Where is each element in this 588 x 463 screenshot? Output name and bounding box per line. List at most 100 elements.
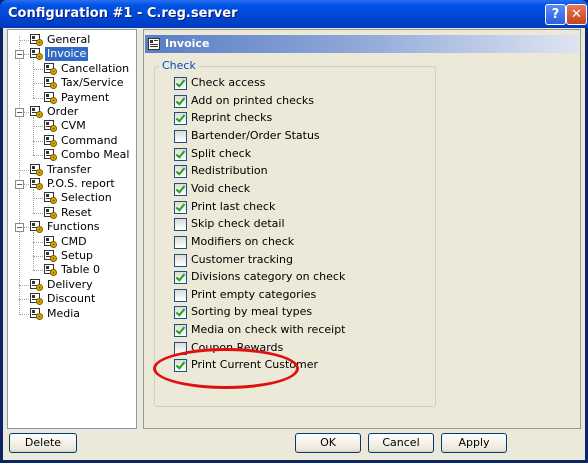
tree-item-table-0[interactable]: Table 0: [44, 263, 135, 277]
checkbox[interactable]: [174, 324, 187, 338]
checkbox-row[interactable]: Customer tracking: [174, 253, 374, 269]
delete-button[interactable]: Delete: [9, 433, 77, 453]
checkbox-row[interactable]: Print empty categories: [174, 288, 374, 304]
checkbox-label: Print empty categories: [191, 287, 317, 301]
tree-item-label: Functions: [47, 220, 100, 234]
checkbox-row[interactable]: Sorting by meal types: [174, 305, 374, 321]
tree-connector-line: [33, 140, 43, 142]
checkbox[interactable]: [174, 218, 187, 232]
checkbox[interactable]: [174, 306, 187, 320]
tree-item-setup[interactable]: Setup: [44, 249, 135, 263]
collapse-toggle[interactable]: −: [15, 180, 24, 189]
tree-connector-line: [33, 97, 43, 99]
help-button[interactable]: ?: [545, 4, 566, 25]
tree-item-label: Cancellation: [61, 61, 130, 75]
collapse-toggle[interactable]: −: [15, 50, 24, 60]
tree-item-label: Tax/Service: [61, 76, 124, 90]
navigation-tree[interactable]: General Invoice − Cancellation Tax/Service Pa…: [7, 29, 137, 429]
tree-connector-line: [33, 83, 43, 85]
tree-branch-line: [33, 232, 34, 271]
checkbox[interactable]: [174, 182, 187, 196]
checkbox-label: Void check: [191, 181, 251, 195]
tree-item-label: Media: [47, 306, 81, 320]
checkbox[interactable]: [174, 200, 187, 214]
tree-item-label: Setup: [61, 249, 94, 262]
tree-item-delivery[interactable]: Delivery: [30, 278, 135, 292]
checkbox[interactable]: [174, 235, 187, 249]
checkbox-row[interactable]: Split check: [174, 147, 374, 163]
settings-node-icon: [30, 48, 43, 61]
checkbox[interactable]: [174, 288, 187, 302]
tree-item-command[interactable]: Command: [44, 134, 135, 148]
checkbox[interactable]: [174, 77, 187, 90]
tree-connector-line: [19, 169, 29, 171]
collapse-toggle[interactable]: −: [15, 108, 24, 117]
tree-connector-line: [19, 313, 29, 315]
checkbox[interactable]: [174, 94, 187, 108]
settings-node-icon: [44, 134, 57, 147]
window-title: Configuration #1 - C.reg.server: [8, 6, 238, 21]
collapse-toggle[interactable]: −: [15, 223, 24, 233]
title-bar[interactable]: Configuration #1 - C.reg.server ? ✕: [0, 0, 588, 28]
settings-node-icon: [30, 293, 43, 306]
tree-connector-line: [33, 270, 43, 272]
cancel-button[interactable]: Cancel: [368, 433, 434, 453]
ok-button[interactable]: OK: [295, 433, 361, 453]
tree-item-label: CVM: [61, 119, 86, 133]
tree-connector-line: [19, 40, 29, 41]
checkbox-row[interactable]: Modifiers on check: [174, 235, 374, 251]
tree-connector-line: [33, 256, 43, 257]
checkbox-label: Add on printed checks: [191, 93, 315, 107]
checkbox[interactable]: [174, 253, 187, 267]
settings-node-icon: [44, 192, 57, 205]
tree-item-label: General: [47, 33, 91, 46]
tree-item-label: P.O.S. report: [47, 177, 115, 190]
checkbox-row[interactable]: Media on check with receipt: [174, 323, 374, 339]
tree-item-selection[interactable]: Selection: [44, 191, 135, 205]
tree-item-invoice[interactable]: Invoice: [30, 47, 135, 62]
tree-item-discount[interactable]: Discount: [30, 292, 135, 306]
checkbox-label: Skip check detail: [191, 217, 285, 231]
tree-item-pos-report[interactable]: P.O.S. report: [30, 177, 135, 191]
settings-node-icon: [30, 163, 43, 176]
checkbox-row[interactable]: Check access: [174, 76, 374, 92]
checkbox[interactable]: [174, 129, 187, 143]
checkbox[interactable]: [174, 165, 187, 179]
settings-node-icon: [30, 307, 43, 320]
tree-item-transfer[interactable]: Transfer: [30, 163, 135, 177]
tree-item-media[interactable]: Media: [30, 307, 135, 321]
tree-item-cancellation[interactable]: Cancellation: [44, 62, 135, 76]
tree-connector-line: [33, 241, 43, 243]
tree-connector-line: [33, 155, 43, 157]
checkbox-row[interactable]: Bartender/Order Status: [174, 129, 374, 145]
checkbox-row[interactable]: Skip check detail: [174, 217, 374, 233]
checkbox-label: Print last check: [191, 199, 276, 213]
tree-item-label: Transfer: [47, 162, 92, 176]
close-button[interactable]: ✕: [566, 4, 587, 25]
highlight-ellipse: [153, 348, 299, 389]
checkbox-label: Divisions category on check: [191, 270, 346, 284]
checkbox-row[interactable]: Add on printed checks: [174, 94, 374, 110]
checkbox-row[interactable]: Redistribution: [174, 164, 374, 180]
tree-item-cvm[interactable]: CVM: [44, 119, 135, 133]
tree-item-general[interactable]: General: [30, 33, 135, 47]
checkbox-row[interactable]: Divisions category on check: [174, 270, 374, 286]
tree-item-reset[interactable]: Reset: [44, 206, 135, 220]
checkbox-label: Check access: [191, 76, 266, 89]
tree-item-functions[interactable]: Functions: [30, 220, 135, 234]
tree-item-order[interactable]: Order: [30, 105, 135, 119]
checkbox[interactable]: [174, 271, 187, 285]
settings-node-icon: [44, 149, 57, 162]
tree-item-combo-meal[interactable]: Combo Meal: [44, 148, 135, 162]
checkbox-row[interactable]: Reprint checks: [174, 111, 374, 127]
checkbox[interactable]: [174, 112, 187, 126]
tree-item-tax-service[interactable]: Tax/Service: [44, 76, 135, 90]
tree-item-cmd[interactable]: CMD: [44, 235, 135, 249]
checkbox[interactable]: [174, 147, 187, 161]
checkbox-row[interactable]: Print last check: [174, 200, 374, 216]
checkbox-row[interactable]: Void check: [174, 182, 374, 198]
apply-button[interactable]: Apply: [441, 433, 507, 453]
tree-item-payment[interactable]: Payment: [44, 91, 135, 105]
tree-item-label: Delivery: [47, 277, 93, 291]
settings-node-icon: [30, 34, 43, 46]
